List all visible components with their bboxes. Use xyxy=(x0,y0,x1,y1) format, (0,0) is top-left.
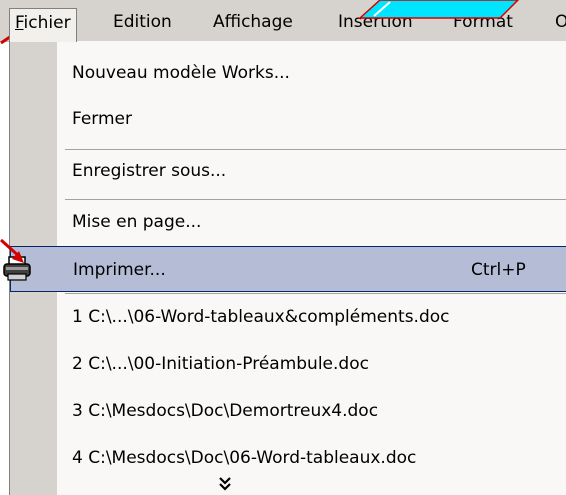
menu-fichier-text: ichier xyxy=(23,13,71,33)
menu-overflow[interactable]: O xyxy=(550,9,566,35)
menu-item-label: Imprimer... xyxy=(73,260,166,280)
menu-overflow-label: O xyxy=(555,12,566,32)
menu-item-enregistrer-sous[interactable]: Enregistrer sous... xyxy=(10,148,566,194)
expand-menu-chevron-icon[interactable] xyxy=(218,476,232,495)
menu-item-recent-1[interactable]: 1 C:\...\06-Word-tableaux&compléments.do… xyxy=(10,294,566,340)
menu-item-mise-en-page[interactable]: Mise en page... xyxy=(10,199,566,245)
menu-item-label: Mise en page... xyxy=(72,212,202,232)
fichier-dropdown: Nouveau modèle Works... Fermer Enregistr… xyxy=(3,41,566,495)
menu-item-recent-4[interactable]: 4 C:\Mesdocs\Doc\06-Word-tableaux.doc xyxy=(10,435,566,481)
menu-item-recent-2[interactable]: 2 C:\...\00-Initiation-Préambule.doc xyxy=(10,341,566,387)
annotation-cyan-shape-icon xyxy=(358,0,520,19)
menu-item-label: 1 C:\...\06-Word-tableaux&compléments.do… xyxy=(72,307,450,327)
menu-edition-label: Edition xyxy=(113,12,172,32)
menu-item-label: 4 C:\Mesdocs\Doc\06-Word-tableaux.doc xyxy=(72,448,417,468)
menu-item-label: Enregistrer sous... xyxy=(72,161,227,181)
menu-item-shortcut: Ctrl+P xyxy=(471,260,526,280)
menu-fichier[interactable]: Fichier xyxy=(9,8,77,42)
menu-item-recent-3[interactable]: 3 C:\Mesdocs\Doc\Demortreux4.doc xyxy=(10,388,566,434)
menu-item-imprimer[interactable]: Imprimer... Ctrl+P xyxy=(3,246,566,292)
menu-item-nouveau-modele[interactable]: Nouveau modèle Works... xyxy=(10,50,566,96)
annotation-arrow-imprimer-icon xyxy=(0,238,24,263)
menu-item-fermer[interactable]: Fermer xyxy=(10,96,566,142)
menu-item-label: 2 C:\...\00-Initiation-Préambule.doc xyxy=(72,354,369,374)
menu-item-label: 3 C:\Mesdocs\Doc\Demortreux4.doc xyxy=(72,401,379,421)
menu-edition[interactable]: Edition xyxy=(108,9,177,35)
menu-fichier-label: Fichier xyxy=(15,13,71,33)
menu-item-label: Nouveau modèle Works... xyxy=(72,63,290,83)
menu-affichage-label: Affichage xyxy=(213,12,293,32)
menu-affichage[interactable]: Affichage xyxy=(208,9,298,35)
menu-item-label: Fermer xyxy=(72,109,133,129)
